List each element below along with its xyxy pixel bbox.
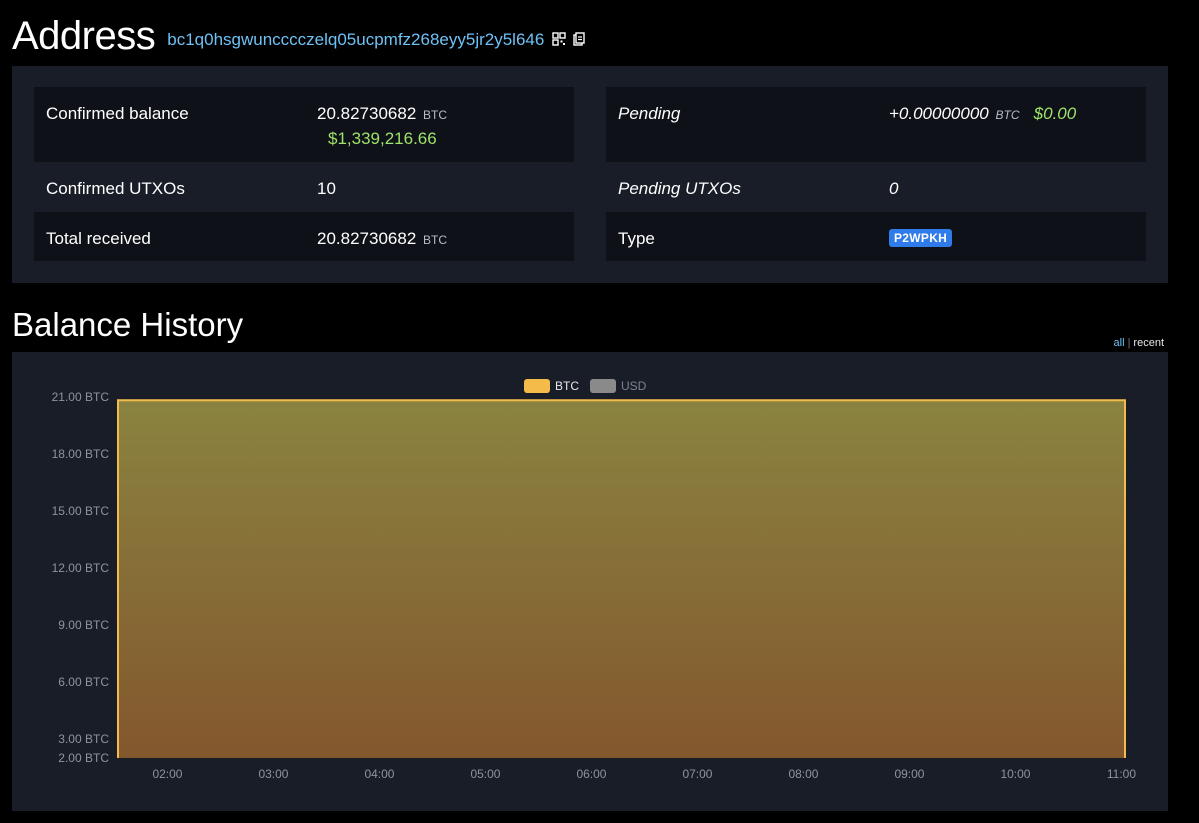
y-tick-label: 6.00 BTC (58, 675, 109, 689)
legend-label-btc[interactable]: BTC (555, 379, 579, 393)
address-summary-panel: Confirmed balance 20.82730682 BTC $1,339… (12, 66, 1168, 283)
y-tick-label: 21.00 BTC (52, 390, 110, 404)
x-tick-label: 11:00 (1107, 767, 1136, 781)
confirmed-balance-value: 20.82730682 BTC (317, 104, 448, 123)
x-tick-label: 08:00 (788, 767, 818, 781)
address-link[interactable]: bc1q0hsgwuncccczelq05ucpmfz268eyy5jr2y5l… (167, 30, 544, 50)
type-label: Type (618, 229, 655, 248)
qr-code-icon[interactable] (552, 32, 567, 46)
chart-legend: BTC USD (524, 379, 647, 393)
pending-unit: BTC (995, 108, 1020, 122)
x-tick-label: 04:00 (364, 767, 394, 781)
copy-icon[interactable] (572, 32, 586, 46)
y-tick-label: 12.00 BTC (52, 561, 110, 575)
x-tick-label: 06:00 (576, 767, 606, 781)
balance-history-title: Balance History (12, 306, 244, 343)
x-tick-label: 05:00 (470, 767, 500, 781)
confirmed-balance-unit: BTC (423, 108, 448, 122)
y-tick-label: 9.00 BTC (58, 618, 109, 632)
type-badge: P2WPKH (889, 229, 953, 247)
confirmed-balance-usd: $1,339,216.66 (328, 129, 437, 148)
legend-swatch-btc[interactable] (524, 379, 550, 393)
x-tick-label: 02:00 (152, 767, 182, 781)
range-recent-link[interactable]: recent (1133, 337, 1164, 349)
legend-swatch-usd[interactable] (590, 379, 616, 393)
type-value: P2WPKH (889, 229, 953, 249)
btc-area-fill (118, 400, 1125, 758)
pending-value: +0.00000000 BTC $0.00 (889, 104, 1077, 123)
balance-history-chart: 2.00 BTC 3.00 BTC 6.00 BTC 9.00 BTC 12.00 BT… (52, 379, 1136, 781)
y-tick-label: 2.00 BTC (58, 751, 109, 765)
range-separator: | (1127, 337, 1131, 349)
total-received-cell: Total received 20.82730682 BTC (34, 212, 574, 261)
confirmed-balance-label: Confirmed balance (46, 104, 189, 123)
total-received-unit: BTC (423, 233, 448, 247)
x-axis: 02:00 03:00 04:00 05:00 06:00 07:00 08:00 09:00… (152, 767, 1136, 781)
pending-utxos-label: Pending UTXOs (618, 179, 741, 198)
confirmed-utxos-value: 10 (317, 179, 336, 198)
confirmed-utxos-cell: Confirmed UTXOs 10 (34, 162, 574, 211)
x-tick-label: 03:00 (258, 767, 288, 781)
balance-history-chart-panel: 2.00 BTC 3.00 BTC 6.00 BTC 9.00 BTC 12.00 BT… (12, 352, 1168, 811)
pending-label: Pending (618, 104, 681, 123)
chart-series (117, 399, 1126, 758)
pending-cell: Pending +0.00000000 BTC $0.00 (606, 87, 1146, 162)
total-received-value: 20.82730682 BTC (317, 229, 448, 248)
confirmed-balance-cell: Confirmed balance 20.82730682 BTC $1,339… (34, 87, 574, 162)
y-axis: 2.00 BTC 3.00 BTC 6.00 BTC 9.00 BTC 12.00 BT… (52, 390, 110, 765)
type-cell: Type P2WPKH (606, 212, 1146, 261)
y-tick-label: 3.00 BTC (58, 732, 109, 746)
page-title: Address (12, 14, 156, 58)
pending-utxos-value: 0 (889, 179, 899, 198)
pending-utxos-cell: Pending UTXOs 0 (606, 162, 1146, 211)
range-all-link[interactable]: all (1114, 337, 1125, 349)
x-tick-label: 10:00 (1000, 767, 1030, 781)
pending-usd: $0.00 (1033, 104, 1077, 123)
x-tick-label: 07:00 (682, 767, 712, 781)
range-selector: all | recent (1114, 337, 1164, 349)
x-tick-label: 09:00 (894, 767, 924, 781)
y-tick-label: 18.00 BTC (52, 447, 110, 461)
legend-label-usd[interactable]: USD (621, 379, 647, 393)
total-received-label: Total received (46, 229, 151, 248)
y-tick-label: 15.00 BTC (52, 504, 110, 518)
confirmed-utxos-label: Confirmed UTXOs (46, 179, 185, 198)
page-heading: Address bc1q0hsgwuncccczelq05ucpmfz268ey… (12, 14, 586, 59)
